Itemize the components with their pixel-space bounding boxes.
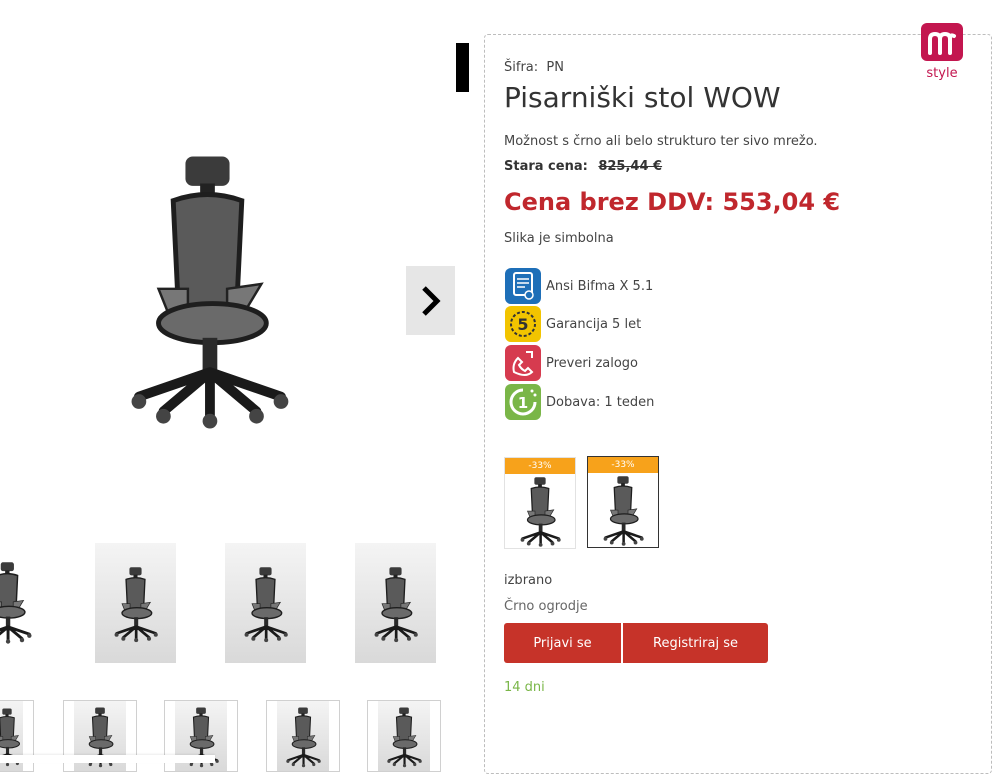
svg-text:5: 5 xyxy=(517,315,528,334)
chair-image xyxy=(243,565,290,644)
feature-label: Garancija 5 let xyxy=(546,316,642,332)
warranty-5-icon: 5 xyxy=(505,306,541,342)
discount-badge: -33% xyxy=(588,457,658,473)
chair-image xyxy=(386,706,423,769)
feature-certification: Ansi Bifma X 5.1 xyxy=(504,267,653,305)
old-price-value: 825,44 € xyxy=(598,159,663,174)
feature-label: Ansi Bifma X 5.1 xyxy=(546,278,654,294)
chair-image xyxy=(519,476,562,548)
old-price: Stara cena: 825,44 € xyxy=(504,159,662,174)
sku-value: PN xyxy=(546,60,564,75)
sku-label: Šifra: xyxy=(504,60,539,75)
gallery-thumb-small[interactable] xyxy=(367,700,441,772)
delivery-days: 14 dni xyxy=(504,680,545,695)
feature-label: Dobava: 1 teden xyxy=(546,394,655,410)
chair-image xyxy=(285,706,322,769)
product-sku: Šifra: PN xyxy=(504,60,564,75)
variant-black-frame[interactable]: -33% xyxy=(587,456,659,548)
svg-text:1: 1 xyxy=(518,394,528,412)
gallery-thumb-small[interactable] xyxy=(266,700,340,772)
chair-image xyxy=(85,95,330,490)
chair-image xyxy=(0,560,34,646)
gallery-thumb[interactable] xyxy=(0,543,44,663)
delivery-1-icon: 1 xyxy=(505,384,541,420)
discount-badge: -33% xyxy=(505,458,575,474)
old-price-label: Stara cena: xyxy=(504,159,588,174)
style-logo-icon: style xyxy=(921,23,963,81)
variant-white-frame[interactable]: -33% xyxy=(504,457,576,549)
scroll-overlay xyxy=(0,755,215,763)
brand-logo[interactable]: style xyxy=(921,23,963,81)
image-note: Slika je simbolna xyxy=(504,231,614,246)
chair-image xyxy=(113,565,160,644)
selected-value: Črno ogrodje xyxy=(504,599,588,614)
feature-warranty: 5 Garancija 5 let xyxy=(504,305,641,343)
product-description: Možnost s črno ali belo strukturo ter si… xyxy=(504,134,818,149)
gallery-thumb[interactable] xyxy=(225,543,306,663)
gallery-next-button[interactable] xyxy=(406,266,455,335)
selected-label: izbrano xyxy=(504,573,553,588)
register-button[interactable]: Registriraj se xyxy=(623,623,768,663)
chair-image xyxy=(602,475,645,547)
gallery-thumb[interactable] xyxy=(355,543,436,663)
main-product-image[interactable] xyxy=(85,95,330,490)
chair-image xyxy=(373,565,420,644)
feature-stock[interactable]: Preveri zalogo xyxy=(504,344,638,382)
certificate-icon xyxy=(505,268,541,304)
login-button[interactable]: Prijavi se xyxy=(504,623,621,663)
phone-icon xyxy=(505,345,541,381)
product-title: Pisarniški stol WOW xyxy=(504,81,781,114)
svg-text:style: style xyxy=(926,66,957,81)
current-price: Cena brez DDV: 553,04 € xyxy=(504,188,841,216)
chevron-right-icon xyxy=(421,285,441,316)
gallery-thumb[interactable] xyxy=(95,543,176,663)
feature-delivery: 1 Dobava: 1 teden xyxy=(504,383,654,421)
black-marker xyxy=(456,43,469,92)
feature-label: Preveri zalogo xyxy=(546,355,639,371)
